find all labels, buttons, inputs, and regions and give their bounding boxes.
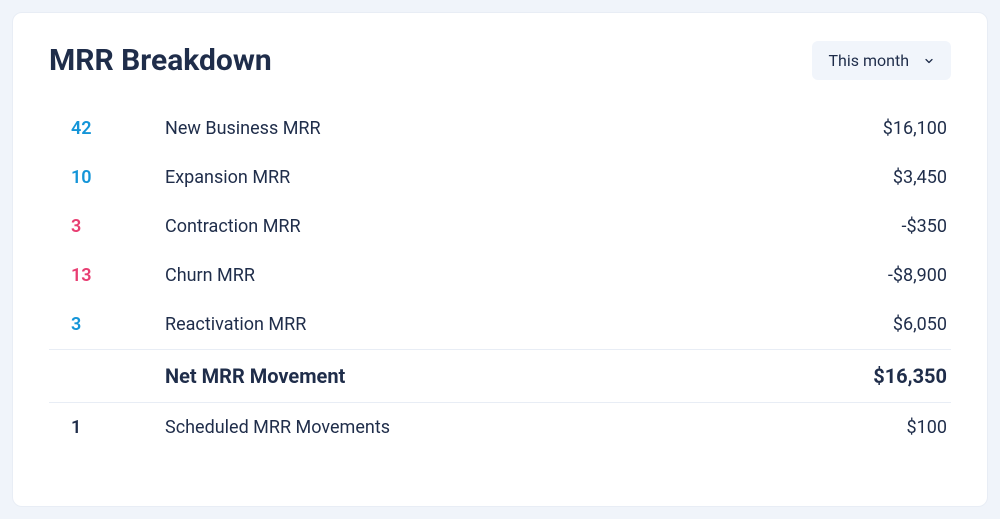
row-label: Reactivation MRR xyxy=(135,314,751,335)
row-value: -$350 xyxy=(751,216,951,237)
period-dropdown[interactable]: This month xyxy=(812,41,951,80)
row-value: $16,100 xyxy=(751,118,951,139)
row-count: 42 xyxy=(49,118,135,139)
table-row: 42 New Business MRR $16,100 xyxy=(49,104,951,153)
table-row: 13 Churn MRR -$8,900 xyxy=(49,251,951,300)
row-value: $3,450 xyxy=(751,167,951,188)
row-label: Contraction MRR xyxy=(135,216,751,237)
chevron-down-icon xyxy=(923,55,935,67)
row-label: Churn MRR xyxy=(135,265,751,286)
row-label: Scheduled MRR Movements xyxy=(135,417,751,438)
row-value: $100 xyxy=(751,417,951,438)
row-value: -$8,900 xyxy=(751,265,951,286)
mrr-table: 42 New Business MRR $16,100 10 Expansion… xyxy=(49,104,951,452)
row-label: New Business MRR xyxy=(135,118,751,139)
period-label: This month xyxy=(828,51,909,70)
table-row-total: Net MRR Movement $16,350 xyxy=(49,349,951,403)
table-row: 3 Contraction MRR -$350 xyxy=(49,202,951,251)
row-count: 3 xyxy=(49,314,135,335)
row-count: 13 xyxy=(49,265,135,286)
card-header: MRR Breakdown This month xyxy=(49,41,951,80)
row-count: 10 xyxy=(49,167,135,188)
row-label: Expansion MRR xyxy=(135,167,751,188)
row-count: 1 xyxy=(49,417,135,438)
table-row-footer: 1 Scheduled MRR Movements $100 xyxy=(49,403,951,452)
card-title: MRR Breakdown xyxy=(49,43,272,78)
table-row: 3 Reactivation MRR $6,050 xyxy=(49,300,951,349)
mrr-breakdown-card: MRR Breakdown This month 42 New Business… xyxy=(12,12,988,507)
table-row: 10 Expansion MRR $3,450 xyxy=(49,153,951,202)
row-count: 3 xyxy=(49,216,135,237)
row-label: Net MRR Movement xyxy=(135,364,751,388)
row-value: $6,050 xyxy=(751,314,951,335)
row-value: $16,350 xyxy=(751,364,951,388)
